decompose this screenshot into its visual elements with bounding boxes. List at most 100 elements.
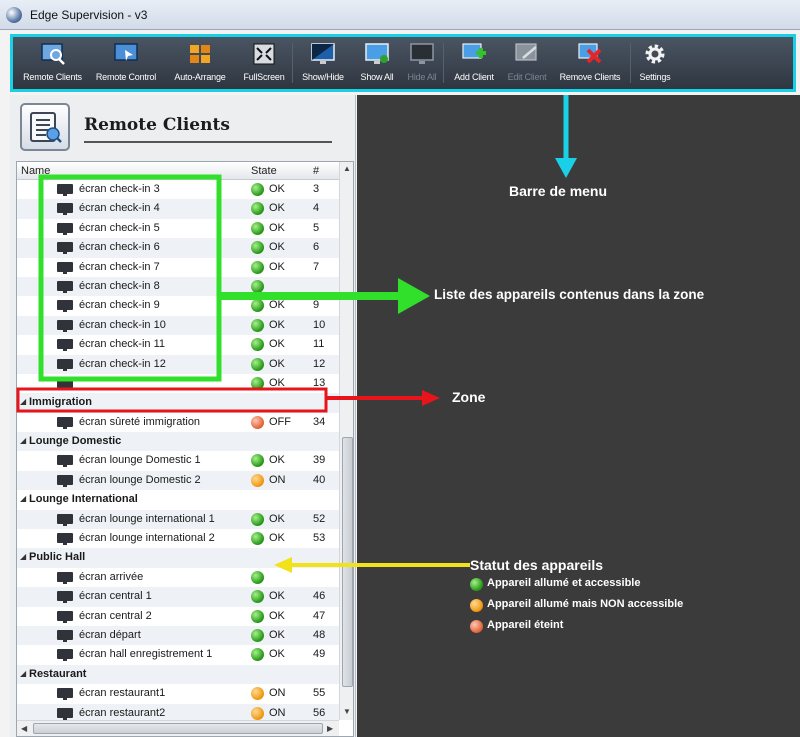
client-row[interactable]: écran check-in 12 OK 12 <box>17 354 339 374</box>
expand-triangle-icon[interactable]: ◢ <box>20 494 26 503</box>
client-row[interactable]: écran lounge international 2 OK 53 <box>17 529 339 548</box>
zone-group-row[interactable]: ◢ Immigration <box>17 393 339 413</box>
scroll-down-icon[interactable]: ▼ <box>343 707 351 716</box>
client-row[interactable]: écran central 2 OK 47 <box>17 607 339 626</box>
auto-arrange-button[interactable]: Auto-Arrange <box>162 37 238 89</box>
app-logo-icon <box>6 6 22 23</box>
hide-all-button[interactable]: Hide All <box>403 37 441 89</box>
auto-arrange-icon <box>186 41 214 67</box>
remove-clients-button[interactable]: Remove Clients <box>552 37 628 89</box>
legend-text: Appareil allumé mais NON accessible <box>487 598 684 610</box>
client-number: 48 <box>313 628 326 641</box>
monitor-icon <box>57 688 73 701</box>
monitor-icon <box>57 513 73 526</box>
client-name: écran check-in 11 <box>79 338 166 351</box>
add-client-label: Add Client <box>454 72 494 82</box>
fullscreen-button[interactable]: FullScreen <box>238 37 290 89</box>
client-row[interactable]: écran hall enregistrement 1 OK 49 <box>17 645 339 664</box>
client-row[interactable]: écran check-in 11 OK 11 <box>17 335 339 354</box>
column-header-state[interactable]: State <box>251 165 277 177</box>
zone-group-row[interactable]: ◢ Lounge Domestic <box>17 432 339 452</box>
monitor-icon <box>57 455 73 468</box>
toolbar-separator <box>292 43 293 83</box>
client-state: OK <box>269 241 285 254</box>
client-row[interactable]: écran restaurant1 ON 55 <box>17 684 339 703</box>
clients-list[interactable]: Name State # écran check-in 3 OK 3 écran ch… <box>16 161 354 737</box>
monitor-icon <box>57 707 73 720</box>
client-name: écran check-in 4 <box>79 202 160 215</box>
status-green-icon <box>251 241 264 255</box>
client-row[interactable]: OK 13 <box>17 374 339 393</box>
client-name: écran restaurant2 <box>79 706 166 719</box>
legend-red-icon <box>470 620 483 633</box>
expand-triangle-icon[interactable]: ◢ <box>20 669 26 678</box>
column-header-number[interactable]: # <box>313 165 319 177</box>
show-all-button[interactable]: Show All <box>351 37 403 89</box>
client-row[interactable]: écran lounge Domestic 2 ON 40 <box>17 470 339 491</box>
client-row[interactable]: écran check-in 4 OK 4 <box>17 199 339 219</box>
client-row[interactable]: écran check-in 7 OK 7 <box>17 258 339 277</box>
client-row[interactable]: écran check-in 5 OK 5 <box>17 219 339 238</box>
client-state: OK <box>269 376 285 389</box>
scroll-left-icon[interactable]: ◀ <box>21 724 27 733</box>
client-number: 47 <box>313 609 326 622</box>
client-row[interactable]: écran arrivée <box>17 568 339 587</box>
client-state: OK <box>269 338 285 351</box>
client-number: 34 <box>313 415 326 428</box>
expand-triangle-icon[interactable]: ◢ <box>20 436 26 445</box>
client-number: 4 <box>313 202 320 215</box>
remote-clients-button[interactable]: Remote Clients <box>15 37 90 89</box>
horizontal-scrollbar[interactable]: ◀ ▶ <box>17 720 339 736</box>
client-row[interactable]: écran check-in 8 <box>17 276 339 297</box>
client-row[interactable]: écran lounge Domestic 1 OK 39 <box>17 451 339 470</box>
horizontal-scroll-thumb[interactable] <box>33 723 323 734</box>
client-name: écran check-in 7 <box>79 260 160 273</box>
remote-control-label: Remote Control <box>95 72 157 82</box>
client-name: écran central 1 <box>79 590 152 603</box>
monitor-icon <box>57 571 73 584</box>
client-row[interactable]: écran check-in 3 OK 3 <box>17 180 339 199</box>
client-name: écran check-in 6 <box>79 241 160 254</box>
remote-control-icon <box>112 41 140 67</box>
client-row[interactable]: écran check-in 10 OK 10 <box>17 315 339 336</box>
zone-group-row[interactable]: ◢ Public Hall <box>17 548 339 568</box>
client-name: écran lounge Domestic 1 <box>79 454 201 467</box>
client-name: écran hall enregistrement 1 <box>79 648 213 661</box>
monitor-icon <box>57 300 73 313</box>
vertical-scrollbar[interactable]: ▲ ▼ <box>339 162 353 720</box>
client-state: OK <box>269 648 285 661</box>
add-client-button[interactable]: Add Client <box>446 37 502 89</box>
expand-triangle-icon[interactable]: ◢ <box>20 397 26 406</box>
settings-button[interactable]: Settings <box>633 37 677 89</box>
client-name: écran central 2 <box>79 609 152 622</box>
scroll-up-icon[interactable]: ▲ <box>343 164 351 173</box>
edit-client-button[interactable]: Edit Client <box>502 37 552 89</box>
client-number: 5 <box>313 221 320 234</box>
show-hide-icon <box>309 41 337 67</box>
monitor-icon <box>57 184 73 196</box>
client-row[interactable]: écran lounge international 1 OK 52 <box>17 509 339 530</box>
remote-control-button[interactable]: Remote Control <box>90 37 162 89</box>
client-row[interactable]: écran central 1 OK 46 <box>17 587 339 607</box>
zone-group-row[interactable]: ◢ Lounge International <box>17 490 339 509</box>
fullscreen-icon <box>250 41 278 67</box>
client-state: OK <box>269 512 285 525</box>
title-underline <box>84 141 332 143</box>
monitor-icon <box>57 629 73 642</box>
show-all-label: Show All <box>360 72 394 82</box>
zone-group-row[interactable]: ◢ Restaurant <box>17 664 339 685</box>
client-row[interactable]: écran sûreté immigration OFF 34 <box>17 413 339 432</box>
toolbar-separator <box>630 43 631 83</box>
expand-triangle-icon[interactable]: ◢ <box>20 552 26 561</box>
client-state: ON <box>269 473 286 486</box>
status-green-icon <box>251 648 264 662</box>
panel-title: Remote Clients <box>84 115 230 135</box>
client-row[interactable]: écran départ OK 48 <box>17 625 339 646</box>
scroll-right-icon[interactable]: ▶ <box>327 724 333 733</box>
show-hide-button[interactable]: Show/Hide <box>295 37 351 89</box>
column-header-name[interactable]: Name <box>21 165 50 177</box>
vertical-scroll-thumb[interactable] <box>342 437 353 687</box>
client-row[interactable]: écran check-in 9 OK 9 <box>17 296 339 315</box>
client-row[interactable]: écran check-in 6 OK 6 <box>17 238 339 258</box>
client-name: écran restaurant1 <box>79 687 166 700</box>
